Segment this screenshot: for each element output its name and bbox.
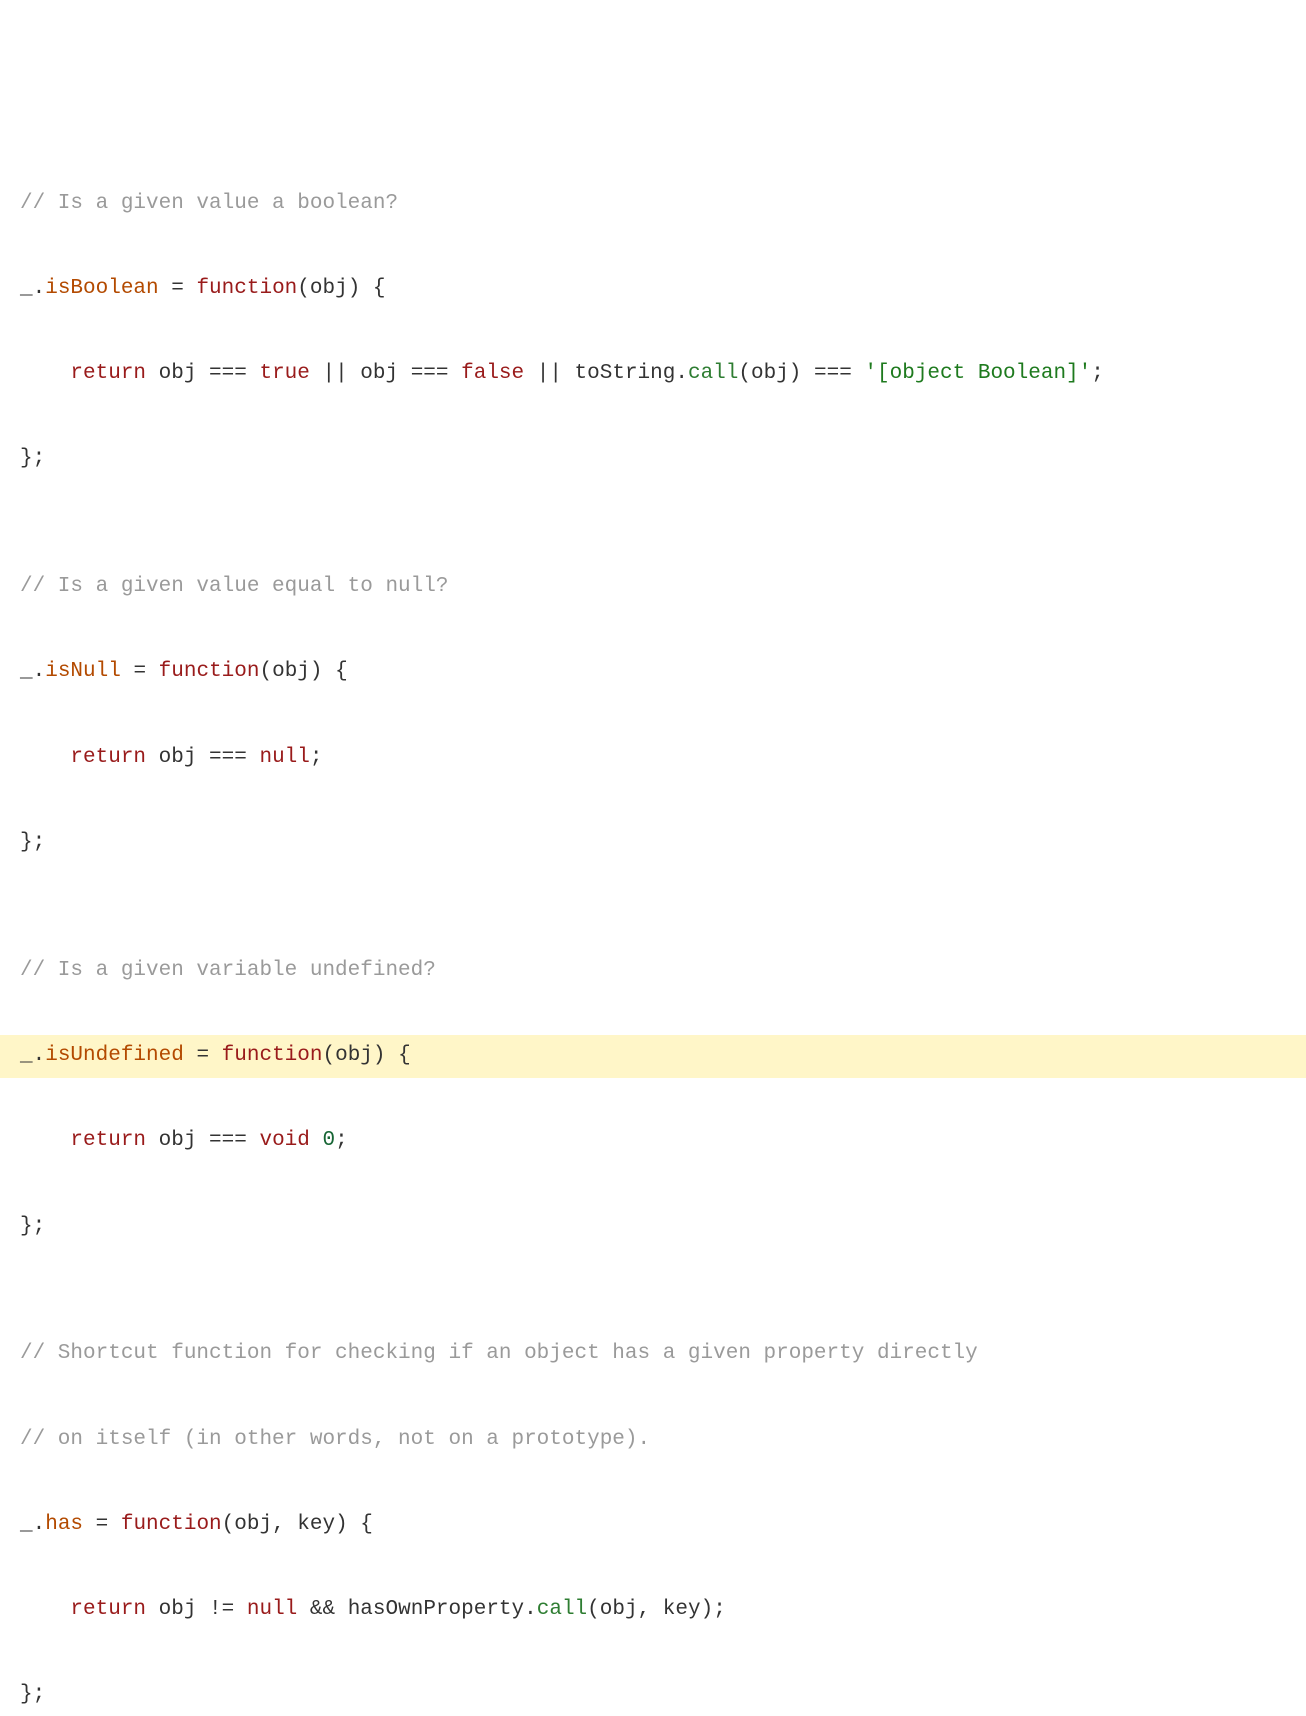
signature: (obj) { xyxy=(259,660,347,683)
property-has: has xyxy=(45,1513,83,1536)
dot: . xyxy=(33,277,46,300)
signature: (obj) { xyxy=(322,1044,410,1067)
keyword-void: void xyxy=(259,1129,309,1152)
keyword-return: return xyxy=(70,1129,146,1152)
indent xyxy=(20,362,70,385)
expr: obj === xyxy=(146,362,259,385)
property-isBoolean: isBoolean xyxy=(45,277,158,300)
underscore: _ xyxy=(20,1513,33,1536)
code-line: }; xyxy=(20,438,1286,481)
assign: = xyxy=(184,1044,222,1067)
keyword-return: return xyxy=(70,1598,146,1621)
number-literal: 0 xyxy=(323,1129,336,1152)
code-line: return obj != null && hasOwnProperty.cal… xyxy=(20,1589,1286,1632)
string-literal: '[object Boolean]' xyxy=(864,362,1091,385)
dot: . xyxy=(33,1044,46,1067)
keyword-return: return xyxy=(70,746,146,769)
comment: // on itself (in other words, not on a p… xyxy=(20,1428,650,1451)
assign: = xyxy=(159,277,197,300)
underscore: _ xyxy=(20,1044,33,1067)
code-line: }; xyxy=(20,1206,1286,1249)
close-brace: }; xyxy=(20,831,45,854)
keyword-true: true xyxy=(259,362,309,385)
indent xyxy=(20,1129,70,1152)
underscore: _ xyxy=(20,660,33,683)
space xyxy=(310,1129,323,1152)
expr: || toString. xyxy=(524,362,688,385)
keyword-function: function xyxy=(196,277,297,300)
expr: obj != xyxy=(146,1598,247,1621)
code-line: // on itself (in other words, not on a p… xyxy=(20,1419,1286,1462)
indent xyxy=(20,1598,70,1621)
method-call: call xyxy=(688,362,738,385)
assign: = xyxy=(121,660,159,683)
dot: . xyxy=(33,1513,46,1536)
expr: || obj === xyxy=(310,362,461,385)
code-line: return obj === true || obj === false || … xyxy=(20,353,1286,396)
code-line: _.has = function(obj, key) { xyxy=(20,1504,1286,1547)
keyword-function: function xyxy=(121,1513,222,1536)
code-line: // Is a given variable undefined? xyxy=(20,950,1286,993)
method-call: call xyxy=(537,1598,587,1621)
underscore: _ xyxy=(20,277,33,300)
signature: (obj, key) { xyxy=(222,1513,373,1536)
code-line: }; xyxy=(20,1674,1286,1716)
code-line: // Is a given value equal to null? xyxy=(20,566,1286,609)
code-line: // Is a given value a boolean? xyxy=(20,183,1286,226)
code-line: _.isBoolean = function(obj) { xyxy=(20,268,1286,311)
comment: // Is a given value a boolean? xyxy=(20,192,398,215)
comment: // Is a given variable undefined? xyxy=(20,959,436,982)
keyword-null: null xyxy=(259,746,309,769)
code-line: _.isNull = function(obj) { xyxy=(20,651,1286,694)
signature: (obj) { xyxy=(297,277,385,300)
expr: obj === xyxy=(146,1129,259,1152)
keyword-function: function xyxy=(222,1044,323,1067)
close-brace: }; xyxy=(20,447,45,470)
code-line: return obj === null; xyxy=(20,737,1286,780)
highlighted-line: _.isUndefined = function(obj) { xyxy=(0,1035,1306,1078)
expr: (obj, key); xyxy=(587,1598,726,1621)
expr: (obj) === xyxy=(738,362,864,385)
assign: = xyxy=(83,1513,121,1536)
expr: && hasOwnProperty. xyxy=(297,1598,536,1621)
code-line: }; xyxy=(20,822,1286,865)
property-isUndefined: isUndefined xyxy=(45,1044,184,1067)
dot: . xyxy=(33,660,46,683)
keyword-function: function xyxy=(159,660,260,683)
keyword-return: return xyxy=(70,362,146,385)
indent xyxy=(20,746,70,769)
close-brace: }; xyxy=(20,1215,45,1238)
comment: // Shortcut function for checking if an … xyxy=(20,1342,978,1365)
property-isNull: isNull xyxy=(45,660,121,683)
close-brace: }; xyxy=(20,1683,45,1706)
expr: obj === xyxy=(146,746,259,769)
semicolon: ; xyxy=(310,746,323,769)
keyword-null: null xyxy=(247,1598,297,1621)
keyword-false: false xyxy=(461,362,524,385)
comment: // Is a given value equal to null? xyxy=(20,575,448,598)
code-line: return obj === void 0; xyxy=(20,1120,1286,1163)
semicolon: ; xyxy=(335,1129,348,1152)
semicolon: ; xyxy=(1091,362,1104,385)
code-line: // Shortcut function for checking if an … xyxy=(20,1333,1286,1376)
